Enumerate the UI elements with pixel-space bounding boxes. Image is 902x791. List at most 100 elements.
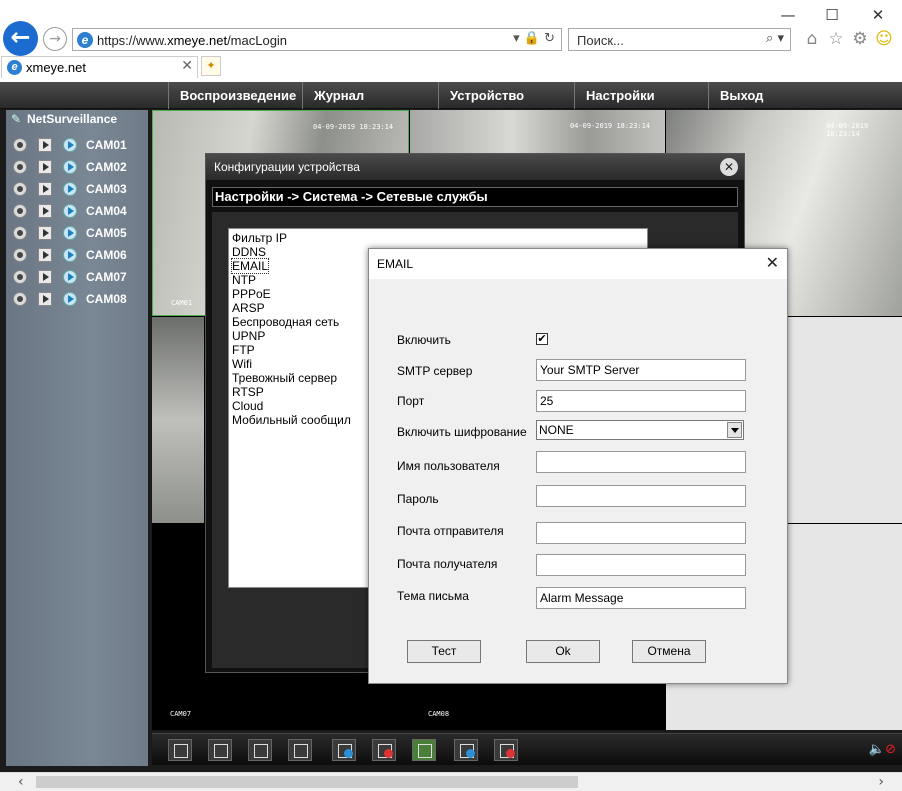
play-icon[interactable] — [38, 292, 52, 306]
smtp-server-input[interactable]: Your SMTP Server — [536, 359, 746, 381]
record-icon[interactable] — [13, 138, 27, 152]
list-item[interactable]: RTSP — [232, 385, 264, 399]
chevron-down-icon[interactable] — [727, 422, 742, 438]
enable-checkbox[interactable]: ✔ — [536, 333, 548, 345]
search-icon[interactable]: ⌕ ▾ — [766, 31, 784, 46]
live-play-icon[interactable] — [63, 138, 77, 152]
list-item[interactable]: Wifi — [232, 357, 252, 371]
camera-view-4[interactable] — [152, 317, 204, 523]
record-icon[interactable] — [13, 270, 27, 284]
nav-playback[interactable]: Воспроизведение — [168, 82, 302, 109]
play-icon[interactable] — [38, 182, 52, 196]
list-item-selected[interactable]: EMAIL — [230, 258, 270, 274]
play-icon[interactable] — [38, 160, 52, 174]
list-item[interactable]: Фильтр IP — [232, 231, 287, 245]
search-box[interactable]: Поиск... ⌕ ▾ — [568, 28, 791, 51]
list-item[interactable]: PPPoE — [232, 287, 271, 301]
subject-input[interactable]: Alarm Message — [536, 587, 746, 609]
list-item[interactable]: ARSP — [232, 301, 265, 315]
sender-input[interactable] — [536, 522, 746, 544]
record-stop-icon[interactable] — [494, 739, 518, 761]
url-text[interactable]: https://www.xmeye.net/macLogin — [97, 33, 287, 48]
refresh-icon[interactable]: ↻ — [544, 31, 555, 46]
close-window-button[interactable]: ✕ — [866, 4, 890, 26]
camera-label[interactable]: CAM02 — [86, 160, 127, 174]
play-icon[interactable] — [38, 226, 52, 240]
home-icon[interactable]: ⌂ — [802, 29, 822, 49]
horizontal-scrollbar[interactable]: ‹ › — [0, 772, 902, 791]
username-input[interactable] — [536, 451, 746, 473]
close-icon[interactable]: ✕ — [766, 253, 779, 272]
layout-1-icon[interactable] — [208, 739, 232, 761]
record-icon[interactable] — [13, 248, 27, 262]
list-item[interactable]: UPNP — [232, 329, 265, 343]
camera-label[interactable]: CAM04 — [86, 204, 127, 218]
scroll-right-icon[interactable]: › — [878, 774, 884, 790]
camera-label[interactable]: CAM01 — [86, 138, 127, 152]
new-tab-button[interactable]: ✦ — [201, 56, 221, 76]
encryption-select[interactable]: NONE — [536, 420, 744, 440]
minimize-button[interactable]: — — [776, 4, 800, 26]
scrollbar-thumb[interactable] — [36, 776, 578, 788]
camera-label[interactable]: CAM05 — [86, 226, 127, 240]
record-icon[interactable] — [13, 160, 27, 174]
address-bar[interactable]: e https://www.xmeye.net/macLogin ▾ 🔒 ↻ — [72, 28, 562, 51]
live-play-icon[interactable] — [63, 270, 77, 284]
cancel-button[interactable]: Отмена — [632, 640, 706, 663]
live-play-icon[interactable] — [63, 248, 77, 262]
nav-device[interactable]: Устройство — [438, 82, 574, 109]
stop-all-icon[interactable] — [372, 739, 396, 761]
list-item[interactable]: DDNS — [232, 245, 266, 259]
live-play-icon[interactable] — [63, 204, 77, 218]
record-icon[interactable] — [13, 226, 27, 240]
speaker-mute-icon[interactable]: 🔈⊘ — [869, 742, 896, 757]
list-item[interactable]: FTP — [232, 343, 255, 357]
browser-tab[interactable]: e xmeye.net ✕ — [1, 56, 198, 78]
forward-button[interactable]: → — [43, 27, 67, 51]
camera-label[interactable]: CAM06 — [86, 248, 127, 262]
list-item[interactable]: NTP — [232, 273, 256, 287]
play-icon[interactable] — [38, 204, 52, 218]
record-icon[interactable] — [13, 204, 27, 218]
list-item[interactable]: Тревожный сервер — [232, 371, 337, 385]
list-item[interactable]: Cloud — [232, 399, 263, 413]
layout-9-icon[interactable] — [288, 739, 312, 761]
camera-label[interactable]: CAM03 — [86, 182, 127, 196]
test-button[interactable]: Тест — [407, 640, 481, 663]
play-icon[interactable] — [38, 138, 52, 152]
live-play-icon[interactable] — [63, 226, 77, 240]
camera-label[interactable]: CAM08 — [86, 292, 127, 306]
settings-gear-icon[interactable]: ⚙ — [850, 29, 870, 49]
record-start-icon[interactable] — [454, 739, 478, 761]
fullscreen-icon[interactable] — [168, 739, 192, 761]
start-all-icon[interactable] — [332, 739, 356, 761]
list-item[interactable]: Мобильный сообщил — [232, 413, 351, 427]
play-icon[interactable] — [38, 270, 52, 284]
nav-exit[interactable]: Выход — [708, 82, 902, 109]
smiley-feedback-icon[interactable]: ☺ — [874, 29, 894, 49]
play-icon[interactable] — [38, 248, 52, 262]
ok-button[interactable]: Ok — [526, 640, 600, 663]
favorites-star-icon[interactable]: ☆ — [826, 29, 846, 49]
snapshot-icon[interactable] — [412, 739, 436, 761]
scroll-left-icon[interactable]: ‹ — [18, 774, 24, 790]
list-item[interactable]: Беспроводная сеть — [232, 315, 339, 329]
record-icon[interactable] — [13, 292, 27, 306]
nav-log[interactable]: Журнал — [302, 82, 438, 109]
maximize-button[interactable]: ☐ — [820, 4, 844, 26]
layout-4-icon[interactable] — [248, 739, 272, 761]
close-icon[interactable]: ✕ — [720, 158, 738, 176]
camera-label[interactable]: CAM07 — [86, 270, 127, 284]
lock-icon[interactable]: 🔒 — [524, 31, 540, 46]
port-input[interactable]: 25 — [536, 390, 746, 412]
record-icon[interactable] — [13, 182, 27, 196]
live-play-icon[interactable] — [63, 160, 77, 174]
live-play-icon[interactable] — [63, 182, 77, 196]
live-play-icon[interactable] — [63, 292, 77, 306]
password-input[interactable] — [536, 485, 746, 507]
dropdown-icon[interactable]: ▾ — [513, 31, 520, 46]
tab-close-icon[interactable]: ✕ — [181, 58, 193, 74]
nav-settings[interactable]: Настройки — [574, 82, 708, 109]
back-button[interactable]: ← — [3, 21, 38, 56]
recipient-input[interactable] — [536, 554, 746, 576]
